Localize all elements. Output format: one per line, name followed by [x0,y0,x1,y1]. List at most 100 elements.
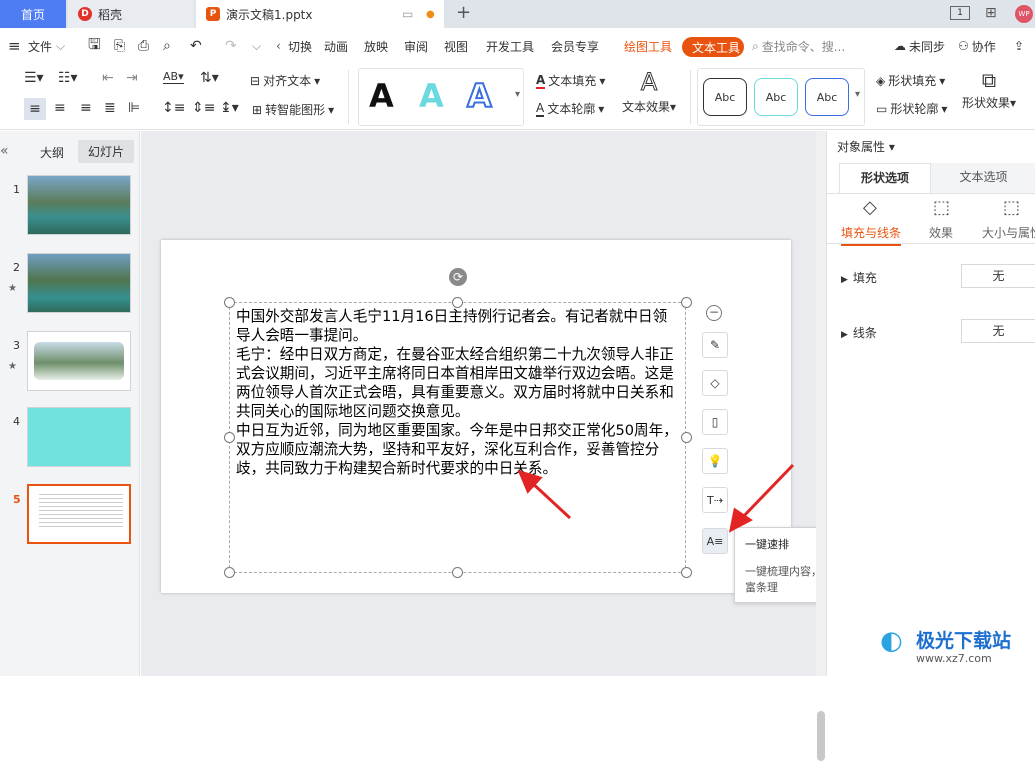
slide-thumbnail-4[interactable] [27,407,131,467]
collapse-toolbar-icon[interactable]: − [706,305,722,321]
increase-indent-icon[interactable]: ⇥ [126,70,138,86]
distribute-icon[interactable]: ⊫ [128,100,140,116]
screen-icon[interactable]: ▭ [402,7,413,21]
spacing-dropdown-icon[interactable]: ↨▾ [220,100,239,116]
smart-shape-button[interactable]: ⊞ 转智能图形 ▾ [252,101,334,118]
text-outline-button[interactable]: A 文本轮廓 ▾ [536,100,604,117]
print-icon[interactable]: ⎙ [138,28,149,64]
scroll-left-icon[interactable]: ‹ [276,28,281,64]
more-chevron-icon[interactable]: ⌵ [252,28,261,64]
slide-thumbnail-5[interactable] [27,484,131,544]
export-icon[interactable]: ⎘ [114,28,125,64]
tab-slides[interactable]: 幻灯片 [78,140,135,163]
align-text-button[interactable]: ⊟ 对齐文本 ▾ [250,72,320,89]
collapse-panel-icon[interactable]: « [0,143,9,159]
menu-animation[interactable]: 动画 [324,28,348,64]
text-direction-icon[interactable]: AB▾ [163,70,184,84]
tab-shape-options[interactable]: 形状选项 [839,163,931,193]
text-box-content[interactable]: 中国外交部发言人毛宁11月16日主持例行记者会。有记者就中日领导人会晤一事提问。… [236,307,680,478]
slide-thumbnail-3[interactable] [27,331,131,391]
menu-view[interactable]: 视图 [444,28,468,64]
subtab-effect[interactable]: 效果 [929,224,953,241]
shape-outline-button[interactable]: ▭ 形状轮廓 ▾ [876,100,947,117]
menu-developer[interactable]: 开发工具 [486,28,534,64]
new-tab-icon[interactable]: + [456,2,471,23]
shape-style-3[interactable]: Abc [805,78,849,116]
text-style-cyan[interactable]: A [419,77,444,115]
text-effect-button[interactable]: A 文本效果▾ [622,68,676,115]
text-style-outline-blue[interactable]: A [466,76,493,116]
tab-outline[interactable]: 大纲 [40,144,64,161]
fill-dropdown[interactable]: 无 [961,264,1035,288]
menu-drawing-tools[interactable]: 绘图工具 [624,28,672,64]
menu-switch[interactable]: 切换 [288,28,312,64]
quick-layout-icon[interactable]: A≡ [702,528,728,554]
menu-slideshow[interactable]: 放映 [364,28,388,64]
decrease-indent-icon[interactable]: ⇤ [102,70,114,86]
resize-handle[interactable] [224,567,235,578]
file-menu[interactable]: 文件 ⌵ [28,28,65,64]
resize-handle[interactable] [224,432,235,443]
subtab-size[interactable]: 大小与属性 [982,224,1035,241]
gallery-more-icon[interactable]: ▾ [855,89,860,100]
text-style-black[interactable]: A [369,77,394,115]
sort-icon[interactable]: ⇅▾ [200,70,219,86]
numbered-list-icon[interactable]: ☷▾ [58,70,78,86]
fill-bucket-icon[interactable]: ◇ [702,370,728,396]
resize-handle[interactable] [681,567,692,578]
align-left-icon[interactable]: ≡ [24,98,46,120]
resize-handle[interactable] [452,567,463,578]
bullet-list-icon[interactable]: ☰▾ [24,70,44,86]
scroll-thumb[interactable] [817,711,825,761]
line-spacing-icon[interactable]: ↕≡ [162,100,185,116]
tab-document[interactable]: P 演示文稿1.pptx ▭ ● [196,0,444,28]
size-property-icon[interactable]: ⬚ [1003,197,1020,218]
outline-frame-icon[interactable]: ▯ [702,409,728,435]
resize-handle[interactable] [224,297,235,308]
menu-review[interactable]: 审阅 [404,28,428,64]
shape-style-1[interactable]: Abc [703,78,747,116]
pen-icon[interactable]: ✎ [702,332,728,358]
undo-icon[interactable]: ↶ [190,28,202,64]
fill-section[interactable]: ▶ 填充 [841,269,877,286]
vertical-scrollbar[interactable] [816,131,826,761]
search-command[interactable]: ⌕ 查找命令、搜... [752,28,845,64]
properties-header[interactable]: 对象属性 ▾ [837,138,895,155]
text-fill-button[interactable]: A 文本填充 ▾ [536,72,605,89]
shape-style-2[interactable]: Abc [754,78,798,116]
slide-thumbnail-2[interactable] [27,253,131,313]
justify-icon[interactable]: ≣ [104,100,116,116]
shape-effect-button[interactable]: ⧉ 形状效果▾ [962,68,1016,111]
redo-icon[interactable]: ↷ [225,28,237,64]
user-avatar[interactable]: WP [1015,5,1033,23]
menu-text-tools[interactable]: 文本工具 [682,37,744,57]
fill-line-icon[interactable]: ◇ [863,197,877,218]
lightbulb-icon[interactable]: 💡 [702,448,728,474]
resize-handle[interactable] [452,297,463,308]
window-mode-icon[interactable]: 1 [950,6,970,20]
preview-icon[interactable]: ⌕ [163,28,171,64]
line-section[interactable]: ▶ 线条 [841,324,877,341]
paragraph-spacing-icon[interactable]: ⇕≡ [192,100,215,116]
share-icon[interactable]: ⇪ [1014,28,1024,64]
menu-member[interactable]: 会员专享 [551,28,599,64]
tab-daoke[interactable]: D 稻壳 [68,0,194,28]
effect-icon[interactable]: ⬚ [933,197,950,218]
align-right-icon[interactable]: ≡ [80,100,92,116]
tab-home[interactable]: 首页 [0,0,66,28]
line-dropdown[interactable]: 无 [961,319,1035,343]
text-box[interactable]: 中国外交部发言人毛宁11月16日主持例行记者会。有记者就中日领导人会晤一事提问。… [229,302,686,573]
hamburger-icon[interactable]: ≡ [8,28,21,64]
resize-handle[interactable] [681,297,692,308]
text-convert-icon[interactable]: T⇢ [702,487,728,513]
save-icon[interactable]: 🖫 [88,28,101,64]
gallery-more-icon[interactable]: ▾ [515,89,520,100]
grid-apps-icon[interactable]: ⊞ [985,5,997,21]
collab-button[interactable]: ⚇ 协作 [958,28,996,64]
slide-thumbnail-1[interactable] [27,175,131,235]
shape-fill-button[interactable]: ◈ 形状填充 ▾ [876,72,945,89]
unsync-button[interactable]: ☁ 未同步 [894,28,945,64]
tab-text-options[interactable]: 文本选项 [931,163,1035,193]
rotate-handle-icon[interactable]: ⟳ [449,268,467,286]
resize-handle[interactable] [681,432,692,443]
